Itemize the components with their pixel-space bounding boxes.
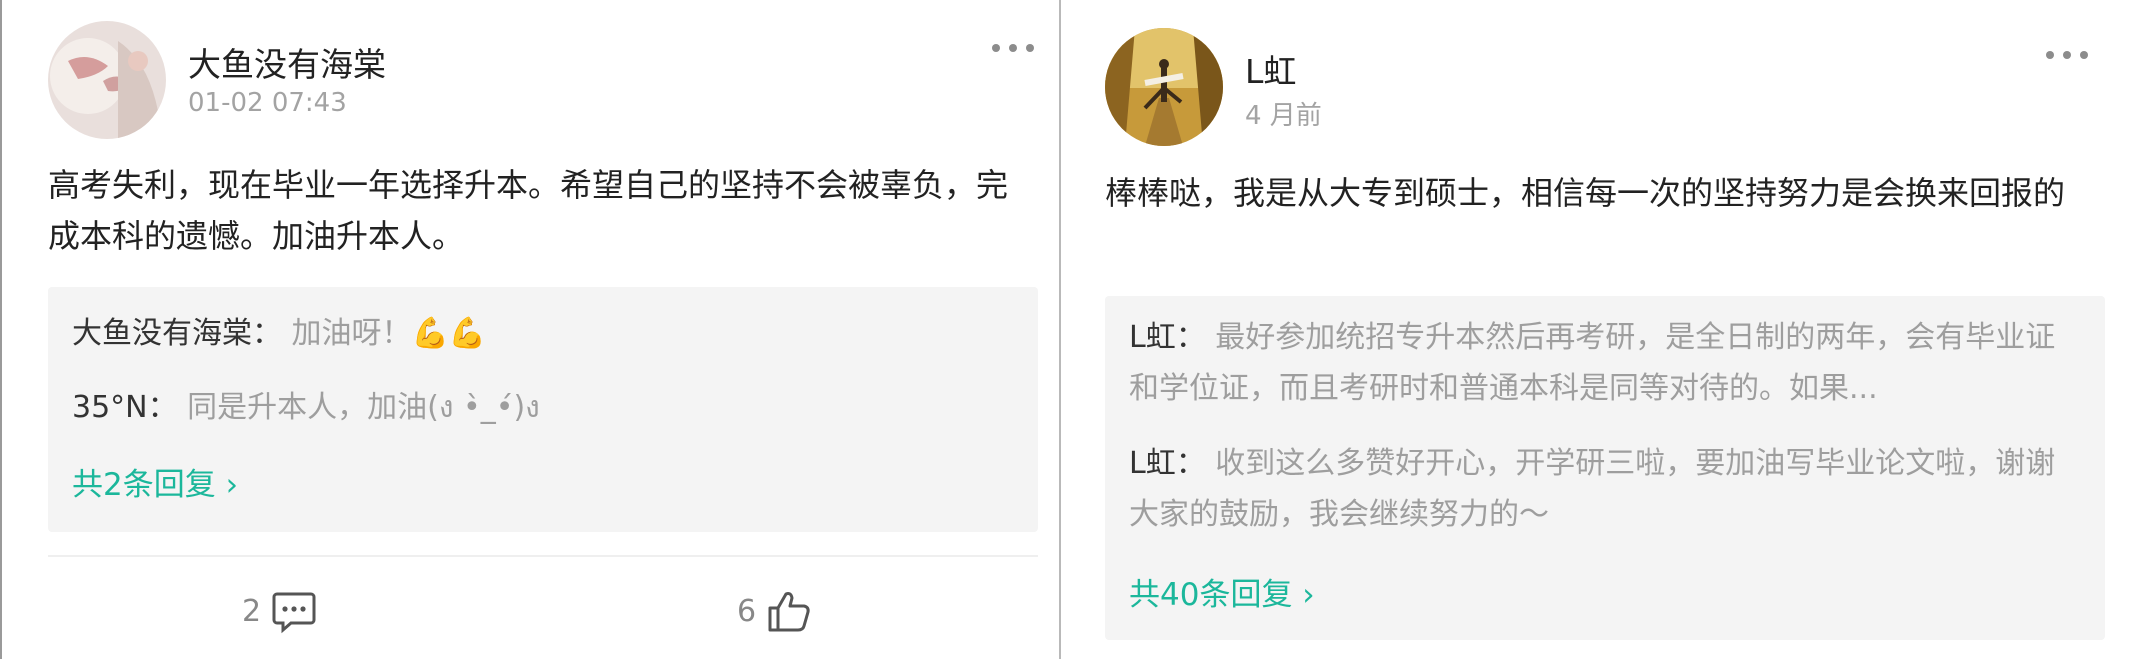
reply-item: 35°N： 同是升本人，加油(ง •̀_•́)ง	[72, 382, 540, 433]
post-card-right: L虹 4 月前 棒棒哒，我是从大专到硕士，相信每一次的坚持努力是会换来回报的 L…	[1059, 0, 2139, 659]
avatar[interactable]	[1105, 28, 1223, 146]
comment-button[interactable]: 2	[242, 588, 317, 634]
thumbs-up-icon	[766, 588, 812, 634]
reply-preview-box[interactable]: L虹： 最好参加统招专升本然后再考研，是全日制的两年，会有毕业证和学位证，而且考…	[1105, 296, 2105, 640]
post-time: 4 月前	[1245, 101, 1322, 131]
post-time: 01-02 07:43	[188, 88, 347, 118]
reply-item: 大鱼没有海棠： 加油呀！💪💪	[72, 308, 486, 359]
author-name[interactable]: L虹	[1245, 45, 1296, 93]
post-card-left: 大鱼没有海棠 01-02 07:43 高考失利，现在毕业一年选择升本。希望自己的…	[0, 0, 1059, 659]
post-content: 高考失利，现在毕业一年选择升本。希望自己的坚持不会被辜负，完成本科的遗憾。加油升…	[48, 166, 1009, 255]
more-dots-icon[interactable]	[992, 44, 1034, 52]
reply-separator: ：	[252, 316, 282, 351]
author-name[interactable]: 大鱼没有海棠	[188, 38, 386, 86]
reply-text: 同是升本人，加油(ง •̀_•́)ง	[187, 390, 540, 425]
view-all-replies-link[interactable]: 共2条回复 ›	[72, 459, 238, 504]
reply-separator: ：	[1175, 320, 1206, 355]
reply-author[interactable]: L虹	[1129, 446, 1176, 481]
more-dots-icon[interactable]	[2046, 51, 2088, 59]
reply-text: 收到这么多赞好开心，开学研三啦，要加油写毕业论文啦，谢谢大家的鼓励，我会继续努力…	[1129, 446, 2056, 532]
like-button[interactable]: 6	[737, 588, 812, 634]
reply-item: L虹： 收到这么多赞好开心，开学研三啦，要加油写毕业论文啦，谢谢大家的鼓励，我会…	[1129, 438, 2059, 540]
post-content: 棒棒哒，我是从大专到硕士，相信每一次的坚持努力是会换来回报的	[1105, 174, 2066, 212]
reply-author[interactable]: L虹	[1129, 320, 1176, 355]
reply-text: 最好参加统招专升本然后再考研，是全日制的两年，会有毕业证和学位证，而且考研时和普…	[1129, 320, 2056, 406]
reply-author[interactable]: 35°N	[72, 390, 148, 425]
reply-separator: ：	[1175, 446, 1206, 481]
divider	[48, 555, 1038, 557]
avatar[interactable]	[48, 21, 166, 139]
like-count: 6	[737, 593, 757, 629]
reply-separator: ：	[147, 390, 178, 425]
comment-count: 2	[242, 593, 262, 629]
comment-icon	[271, 588, 317, 634]
view-all-replies-link[interactable]: 共40条回复 ›	[1129, 569, 1315, 614]
reply-author[interactable]: 大鱼没有海棠	[72, 316, 252, 351]
reply-text: 加油呀！💪💪	[291, 316, 487, 351]
reply-preview-box[interactable]: 大鱼没有海棠： 加油呀！💪💪 35°N： 同是升本人，加油(ง •̀_•́)ง …	[48, 287, 1038, 532]
reply-item: L虹： 最好参加统招专升本然后再考研，是全日制的两年，会有毕业证和学位证，而且考…	[1129, 312, 2059, 414]
